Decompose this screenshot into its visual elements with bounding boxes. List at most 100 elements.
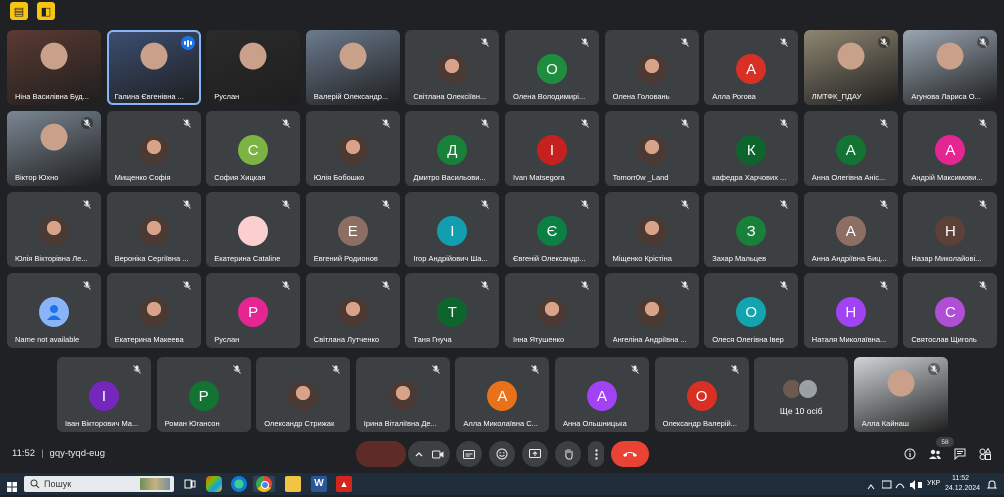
participant-tile[interactable]: Екатерина Макеева <box>106 273 201 348</box>
muted-mic-icon <box>181 198 193 210</box>
muted-mic-icon <box>778 36 790 48</box>
participant-name: Руслан <box>214 335 240 344</box>
participant-tile[interactable]: О Олена Володимирі... <box>505 30 599 105</box>
participant-tile[interactable]: І Іван Вікторович Ма... <box>57 357 151 432</box>
participant-initial-avatar: Р <box>238 297 269 327</box>
participant-name: Евгений Родионов <box>313 254 378 263</box>
participant-tile[interactable]: Олександр Стрижак <box>256 357 351 432</box>
participant-name: Міщенко Крістіна <box>612 254 672 263</box>
participant-tile[interactable]: А Андрій Максимови... <box>903 111 998 186</box>
task-view-icon[interactable] <box>182 476 198 492</box>
participant-tile[interactable]: Н Назар Миколайові... <box>903 192 998 267</box>
participant-tile[interactable]: Т Таня Гнуча <box>405 273 500 348</box>
participant-tile[interactable]: А Анна Ольшницька <box>555 357 649 432</box>
participant-tile[interactable]: А Алла Миколаївна С... <box>455 357 550 432</box>
participant-tile[interactable]: Агунова Лариса О... <box>903 30 998 105</box>
participant-tile[interactable]: Міщенко Крістіна <box>604 192 699 267</box>
participant-tile[interactable]: Д Дмитро Васильови... <box>405 111 500 186</box>
participant-tile[interactable]: Е Евгений Родионов <box>305 192 400 267</box>
participant-tile[interactable]: Віктор Юхно <box>7 111 101 186</box>
windows-start-icon[interactable] <box>7 479 17 492</box>
file-explorer-icon[interactable] <box>285 476 301 492</box>
participant-tile[interactable]: Р Роман Югансон <box>156 357 251 432</box>
activities-button[interactable] <box>976 445 994 463</box>
participant-tile[interactable]: Світлана Олексіївн... <box>405 30 500 105</box>
participant-tile[interactable]: С София Хицкая <box>206 111 301 186</box>
presentation-icon[interactable]: ▤ <box>10 2 28 20</box>
tray-date[interactable]: 24.12.2024 <box>945 485 980 492</box>
more-options-button[interactable] <box>588 441 604 467</box>
participant-tile[interactable]: Є Євгеній Олександр... <box>505 192 599 267</box>
participant-tile[interactable]: ЛМТФК_ПДАУ <box>803 30 898 105</box>
participant-tile[interactable]: Ангеліна Андріївна ... <box>604 273 699 348</box>
participant-tile[interactable]: Name not available <box>7 273 101 348</box>
participant-tile[interactable]: I Ivan Matsegora <box>505 111 599 186</box>
participant-tile[interactable]: А Анна Андріївна Биц... <box>803 192 898 267</box>
raise-hand-button[interactable] <box>555 441 581 467</box>
activities-icon[interactable]: ◧ <box>37 2 55 20</box>
participant-tile[interactable]: І Ігор Андрійович Ша... <box>405 192 500 267</box>
meeting-separator: | <box>41 448 44 459</box>
chrome-taskbar-item[interactable] <box>253 476 275 492</box>
participant-tile[interactable]: Олена Головань <box>604 30 699 105</box>
muted-mic-icon <box>479 198 491 210</box>
participant-tile[interactable]: Алла Кайнаш <box>853 357 948 432</box>
participant-tile[interactable]: С Святослав Щиголь <box>903 273 998 348</box>
participant-initial-avatar: А <box>835 135 866 165</box>
participant-name: Євгеній Олександр... <box>513 254 586 263</box>
participant-name: Ще 10 осіб <box>779 406 823 416</box>
participant-tile[interactable]: Н Наталя Миколаївна... <box>803 273 898 348</box>
copilot-icon[interactable] <box>206 476 222 492</box>
meeting-details-button[interactable] <box>901 445 919 463</box>
info-icon <box>904 448 916 460</box>
acrobat-icon[interactable]: ▲ <box>336 476 352 492</box>
taskbar-search-input[interactable]: Пошук <box>24 476 174 492</box>
participant-tile[interactable]: Світлана Лутченко <box>305 273 400 348</box>
participant-tile[interactable]: О Олеся Олегівна Івер <box>704 273 799 348</box>
reactions-button[interactable] <box>489 441 515 467</box>
participant-tile[interactable]: З Захар Мальцев <box>704 192 799 267</box>
participant-tile[interactable]: А Анна Олегівна Аніс... <box>803 111 898 186</box>
muted-mic-icon <box>878 117 890 129</box>
audio-control-bg <box>356 441 406 467</box>
people-button[interactable] <box>926 445 944 463</box>
captions-button[interactable] <box>456 441 482 467</box>
participant-tile[interactable]: Інна Ятушенко <box>505 273 599 348</box>
participant-photo-avatar <box>138 216 169 246</box>
participant-tile[interactable]: Вероніка Сергіївна ... <box>106 192 201 267</box>
participant-name: Дмитро Васильови... <box>413 173 486 182</box>
camera-toggle-button[interactable] <box>428 450 448 459</box>
muted-mic-icon <box>479 279 491 291</box>
participant-tile[interactable]: Tomorr0w _Land <box>604 111 699 186</box>
muted-mic-icon <box>629 363 641 375</box>
leave-call-button[interactable] <box>611 441 649 467</box>
participant-tile[interactable]: Юлія Вікторівна Ле... <box>7 192 101 267</box>
word-icon[interactable]: W <box>311 476 327 492</box>
tray-language[interactable]: УКР <box>927 480 940 487</box>
participant-tile[interactable]: Екатерина Cataline <box>206 192 301 267</box>
participant-tile[interactable]: Руслан <box>206 30 301 105</box>
participant-tile[interactable]: Мищенко Софія <box>106 111 201 186</box>
present-screen-button[interactable] <box>522 441 548 467</box>
participant-tile[interactable]: Ще 10 осіб <box>754 357 849 432</box>
participant-initial-avatar: І <box>89 381 119 411</box>
participant-tile[interactable]: Ніна Василівна Буд... <box>7 30 101 105</box>
notifications-icon[interactable] <box>986 478 998 490</box>
participant-video <box>832 40 869 86</box>
participant-tile[interactable]: А Алла Рогова <box>704 30 799 105</box>
chat-button[interactable] <box>951 445 969 463</box>
tray-time[interactable]: 11:52 <box>952 475 969 482</box>
participant-tile[interactable]: Ккафедра Харчових ... <box>704 111 799 186</box>
muted-mic-icon <box>529 363 541 375</box>
participant-tile[interactable]: О Олександр Валерій... <box>654 357 749 432</box>
participant-tile[interactable]: Ірина Віталіївна Де... <box>355 357 450 432</box>
participant-tile[interactable]: Р Руслан <box>206 273 301 348</box>
participant-tile[interactable]: Валерій Олександр... <box>305 30 400 105</box>
edge-browser-icon[interactable] <box>231 476 247 492</box>
participant-name: Галина Євгенівна ... <box>114 92 184 101</box>
participant-tile[interactable]: Галина Євгенівна ... <box>106 30 201 105</box>
participant-tile[interactable]: Юлія Бобошко <box>305 111 400 186</box>
participant-name: Наталя Миколаївна... <box>811 335 887 344</box>
video-options-button[interactable] <box>410 451 428 457</box>
tray-chevron-icon[interactable] <box>866 479 876 490</box>
